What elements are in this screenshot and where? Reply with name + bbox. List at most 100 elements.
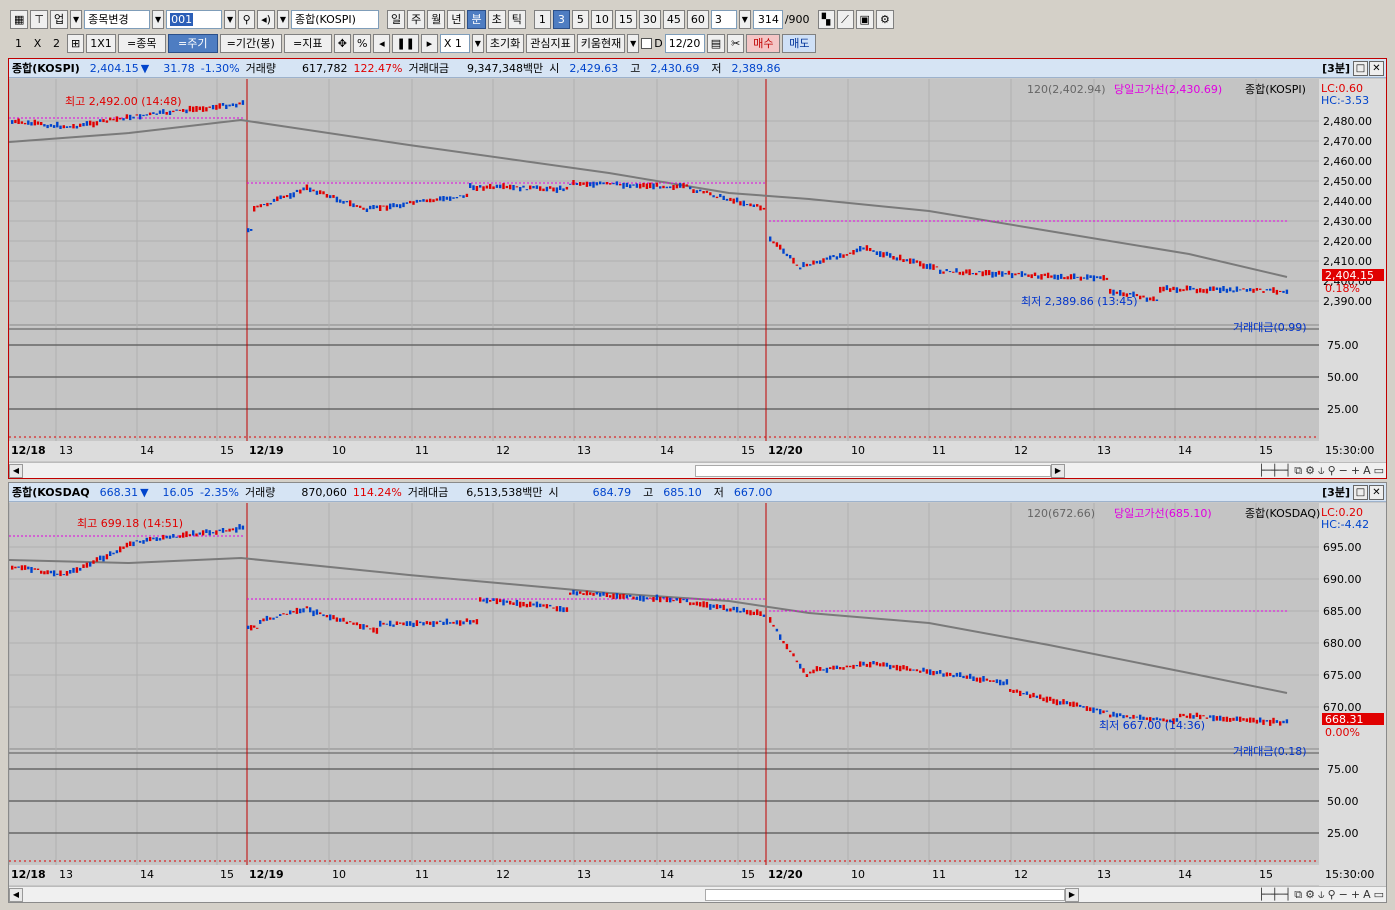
period-month-button[interactable]: 월: [427, 9, 446, 29]
period-sync-button[interactable]: =주기: [167, 33, 218, 53]
scroll-right-icon[interactable]: ▶: [1051, 463, 1065, 478]
zoom-icon[interactable]: ⚲: [1328, 464, 1336, 478]
period-year-button[interactable]: 년: [447, 9, 466, 29]
settings-icon[interactable]: ⚙: [1305, 888, 1315, 902]
zoom-slider-icon[interactable]: ├─┼─┤: [1258, 464, 1291, 478]
minute-1-button[interactable]: 1: [533, 9, 551, 29]
scroll-left-icon[interactable]: ◀: [9, 887, 23, 902]
x-tick-label: 12/19: [249, 444, 284, 457]
minute-3-button[interactable]: 3: [552, 9, 570, 29]
period-second-button[interactable]: 초: [487, 9, 506, 29]
gear-icon[interactable]: ⚙: [875, 9, 894, 29]
sub-tick-label: 75.00: [1327, 339, 1359, 352]
minute-60-button[interactable]: 60: [686, 9, 709, 29]
kiwoom-now-button[interactable]: 키움현재: [576, 33, 626, 53]
chart-scrollbar[interactable]: ◀ ▶ ├─┼─┤ ⧉ ⚙ ⫝ ⚲ − + A ▭: [9, 462, 1386, 478]
candle: [389, 620, 392, 627]
calendar-icon[interactable]: ▤: [706, 33, 726, 53]
pin-icon[interactable]: ⊤: [30, 9, 48, 29]
minus-icon[interactable]: −: [1339, 464, 1348, 478]
screen-icon[interactable]: ▭: [1374, 464, 1384, 478]
period-day-button[interactable]: 일: [386, 9, 406, 29]
speaker-icon[interactable]: ◂): [257, 9, 275, 29]
watch-indicator-button[interactable]: 관심지표: [526, 33, 575, 53]
market-dropdown-icon[interactable]: ▼: [70, 9, 83, 29]
market-select[interactable]: 업: [50, 9, 69, 29]
next-icon[interactable]: ▸: [420, 33, 438, 53]
sub-legend: 거래대금(0.99): [1233, 321, 1307, 334]
plus-icon[interactable]: +: [1351, 464, 1360, 478]
grid-icon[interactable]: ⊞: [67, 33, 85, 53]
layout-1-button[interactable]: 1: [10, 34, 27, 53]
close-icon[interactable]: ✕: [1369, 60, 1384, 76]
overlay-icon[interactable]: ⧉: [1294, 464, 1302, 478]
minute-45-button[interactable]: 45: [662, 9, 685, 29]
count-input[interactable]: 314: [752, 9, 783, 29]
y-tick-label: 680.00: [1323, 637, 1362, 650]
period-tick-button[interactable]: 틱: [507, 9, 526, 29]
zoom-icon[interactable]: ⚲: [1328, 888, 1336, 902]
price-chart[interactable]: 2,480.00 2,470.00 2,460.00 2,450.00 2,440.00…: [9, 79, 1386, 463]
layout-2-button[interactable]: 2: [48, 34, 65, 53]
buy-button[interactable]: 매수: [746, 33, 781, 53]
minute-10-button[interactable]: 10: [590, 9, 613, 29]
chart-tools-icon[interactable]: ▚: [817, 9, 835, 29]
candle: [250, 229, 253, 231]
reset-button[interactable]: 초기화: [485, 33, 525, 53]
candle: [642, 595, 645, 602]
range-sync-button[interactable]: =기간(봉): [219, 33, 282, 53]
code-dropdown-icon[interactable]: ▼: [224, 9, 237, 29]
scissors-icon[interactable]: ✂: [727, 33, 745, 53]
period-minute-button[interactable]: 분: [467, 9, 486, 29]
settings-icon[interactable]: ⚙: [1305, 464, 1315, 478]
date-input[interactable]: 12/20: [664, 33, 705, 53]
draw-line-icon[interactable]: ⟋: [836, 9, 854, 29]
plus-icon[interactable]: +: [1351, 888, 1360, 902]
layout-icon[interactable]: ▦: [10, 9, 29, 29]
maximize-icon[interactable]: □: [1353, 60, 1368, 76]
period-week-button[interactable]: 주: [407, 9, 426, 29]
minus-icon[interactable]: −: [1339, 888, 1348, 902]
chart-scrollbar[interactable]: ◀ ▶ ├─┼─┤ ⧉ ⚙ ⫝ ⚲ − + A ▭: [9, 886, 1386, 902]
scroll-left-icon[interactable]: ◀: [9, 463, 23, 478]
change-stock-select[interactable]: 종목변경: [84, 9, 151, 29]
overlay-icon[interactable]: ⧉: [1294, 888, 1302, 902]
text-icon[interactable]: A: [1363, 464, 1371, 478]
date-checkbox[interactable]: [641, 37, 653, 49]
close-icon[interactable]: ✕: [1369, 484, 1384, 500]
save-icon[interactable]: ▣: [855, 9, 874, 29]
price-chart[interactable]: 695.00690.00685.00680.00675.00670.0075.0…: [9, 503, 1386, 887]
change-stock-dropdown-icon[interactable]: ▼: [152, 9, 165, 29]
indicator-icon[interactable]: ⫝: [1318, 464, 1325, 478]
minute-5-button[interactable]: 5: [571, 9, 589, 29]
speaker-dropdown-icon[interactable]: ▼: [276, 9, 289, 29]
zoom-select[interactable]: X 1: [439, 33, 470, 53]
candle: [652, 183, 655, 190]
stock-sync-button[interactable]: =종목: [117, 33, 166, 53]
kiwoom-dropdown-icon[interactable]: ▼: [627, 33, 640, 53]
indicator-icon[interactable]: ⫝: [1318, 888, 1325, 902]
maximize-icon[interactable]: □: [1353, 484, 1368, 500]
text-icon[interactable]: A: [1363, 888, 1371, 902]
zoom-dropdown-icon[interactable]: ▼: [471, 33, 484, 53]
code-input[interactable]: 001: [166, 9, 223, 29]
screen-icon[interactable]: ▭: [1374, 888, 1384, 902]
minute-15-button[interactable]: 15: [614, 9, 637, 29]
indicator-sync-button[interactable]: =지표: [283, 33, 332, 53]
percent-button[interactable]: %: [352, 33, 372, 53]
scroll-thumb[interactable]: [705, 888, 1065, 901]
high-value: 2,430.69: [650, 61, 700, 75]
prev-icon[interactable]: ◂: [373, 33, 391, 53]
minute-30-button[interactable]: 30: [638, 9, 661, 29]
scroll-thumb[interactable]: [695, 464, 1051, 477]
scroll-right-icon[interactable]: ▶: [1065, 887, 1079, 902]
layout-1x1-button[interactable]: 1X1: [86, 33, 116, 53]
volume-label: 거래량: [245, 62, 277, 75]
zoom-slider-icon[interactable]: ├─┼─┤: [1258, 888, 1291, 902]
interval-dropdown-icon[interactable]: ▼: [738, 9, 751, 29]
pause-icon[interactable]: ❚❚: [392, 33, 419, 53]
interval-input[interactable]: 3: [710, 9, 737, 29]
search-icon[interactable]: ⚲: [238, 9, 256, 29]
sell-button[interactable]: 매도: [782, 33, 817, 53]
crosshair-icon[interactable]: ✥: [333, 33, 351, 53]
